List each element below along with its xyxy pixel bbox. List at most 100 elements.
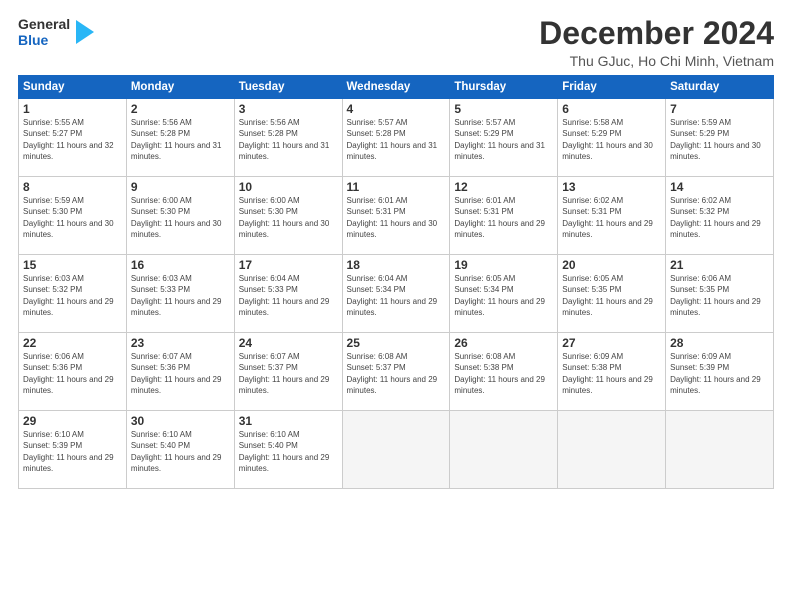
- day-number: 30: [131, 414, 230, 428]
- calendar-cell: 14Sunrise: 6:02 AM Sunset: 5:32 PM Dayli…: [666, 177, 774, 255]
- calendar-table: SundayMondayTuesdayWednesdayThursdayFrid…: [18, 75, 774, 489]
- calendar-cell: 18Sunrise: 6:04 AM Sunset: 5:34 PM Dayli…: [342, 255, 450, 333]
- day-number: 16: [131, 258, 230, 272]
- header-cell-sunday: Sunday: [19, 76, 127, 99]
- calendar-cell: 3Sunrise: 5:56 AM Sunset: 5:28 PM Daylig…: [234, 99, 342, 177]
- calendar-cell: [666, 411, 774, 489]
- calendar-cell: 26Sunrise: 6:08 AM Sunset: 5:38 PM Dayli…: [450, 333, 558, 411]
- day-number: 23: [131, 336, 230, 350]
- logo-line1: General: [18, 16, 70, 32]
- calendar-cell: 8Sunrise: 5:59 AM Sunset: 5:30 PM Daylig…: [19, 177, 127, 255]
- day-info: Sunrise: 6:00 AM Sunset: 5:30 PM Dayligh…: [131, 195, 230, 240]
- main-title: December 2024: [539, 16, 774, 51]
- calendar-cell: 23Sunrise: 6:07 AM Sunset: 5:36 PM Dayli…: [126, 333, 234, 411]
- logo-icon: [74, 18, 96, 46]
- calendar-cell: 9Sunrise: 6:00 AM Sunset: 5:30 PM Daylig…: [126, 177, 234, 255]
- day-info: Sunrise: 6:03 AM Sunset: 5:33 PM Dayligh…: [131, 273, 230, 318]
- day-info: Sunrise: 6:05 AM Sunset: 5:35 PM Dayligh…: [562, 273, 661, 318]
- calendar-week-1: 1Sunrise: 5:55 AM Sunset: 5:27 PM Daylig…: [19, 99, 774, 177]
- day-info: Sunrise: 5:59 AM Sunset: 5:29 PM Dayligh…: [670, 117, 769, 162]
- day-number: 6: [562, 102, 661, 116]
- day-number: 19: [454, 258, 553, 272]
- calendar-cell: [450, 411, 558, 489]
- calendar-cell: 19Sunrise: 6:05 AM Sunset: 5:34 PM Dayli…: [450, 255, 558, 333]
- calendar-cell: 12Sunrise: 6:01 AM Sunset: 5:31 PM Dayli…: [450, 177, 558, 255]
- day-number: 12: [454, 180, 553, 194]
- calendar-cell: 6Sunrise: 5:58 AM Sunset: 5:29 PM Daylig…: [558, 99, 666, 177]
- calendar-cell: 10Sunrise: 6:00 AM Sunset: 5:30 PM Dayli…: [234, 177, 342, 255]
- calendar-header: SundayMondayTuesdayWednesdayThursdayFrid…: [19, 76, 774, 99]
- calendar-cell: 28Sunrise: 6:09 AM Sunset: 5:39 PM Dayli…: [666, 333, 774, 411]
- day-number: 7: [670, 102, 769, 116]
- day-info: Sunrise: 5:59 AM Sunset: 5:30 PM Dayligh…: [23, 195, 122, 240]
- day-info: Sunrise: 6:10 AM Sunset: 5:39 PM Dayligh…: [23, 429, 122, 474]
- calendar-body: 1Sunrise: 5:55 AM Sunset: 5:27 PM Daylig…: [19, 99, 774, 489]
- calendar-cell: 29Sunrise: 6:10 AM Sunset: 5:39 PM Dayli…: [19, 411, 127, 489]
- day-number: 8: [23, 180, 122, 194]
- day-info: Sunrise: 6:07 AM Sunset: 5:37 PM Dayligh…: [239, 351, 338, 396]
- day-info: Sunrise: 5:57 AM Sunset: 5:28 PM Dayligh…: [347, 117, 446, 162]
- day-number: 13: [562, 180, 661, 194]
- day-number: 17: [239, 258, 338, 272]
- subtitle: Thu GJuc, Ho Chi Minh, Vietnam: [539, 53, 774, 69]
- day-info: Sunrise: 5:58 AM Sunset: 5:29 PM Dayligh…: [562, 117, 661, 162]
- header-row: SundayMondayTuesdayWednesdayThursdayFrid…: [19, 76, 774, 99]
- day-info: Sunrise: 5:56 AM Sunset: 5:28 PM Dayligh…: [131, 117, 230, 162]
- calendar-week-4: 22Sunrise: 6:06 AM Sunset: 5:36 PM Dayli…: [19, 333, 774, 411]
- calendar-cell: 4Sunrise: 5:57 AM Sunset: 5:28 PM Daylig…: [342, 99, 450, 177]
- calendar-cell: 30Sunrise: 6:10 AM Sunset: 5:40 PM Dayli…: [126, 411, 234, 489]
- calendar-cell: 16Sunrise: 6:03 AM Sunset: 5:33 PM Dayli…: [126, 255, 234, 333]
- page: General Blue December 2024 Thu GJuc, Ho …: [0, 0, 792, 612]
- day-number: 29: [23, 414, 122, 428]
- calendar-cell: 13Sunrise: 6:02 AM Sunset: 5:31 PM Dayli…: [558, 177, 666, 255]
- day-info: Sunrise: 6:00 AM Sunset: 5:30 PM Dayligh…: [239, 195, 338, 240]
- day-number: 3: [239, 102, 338, 116]
- day-info: Sunrise: 6:05 AM Sunset: 5:34 PM Dayligh…: [454, 273, 553, 318]
- calendar-cell: 20Sunrise: 6:05 AM Sunset: 5:35 PM Dayli…: [558, 255, 666, 333]
- day-number: 9: [131, 180, 230, 194]
- calendar-week-5: 29Sunrise: 6:10 AM Sunset: 5:39 PM Dayli…: [19, 411, 774, 489]
- day-info: Sunrise: 6:04 AM Sunset: 5:33 PM Dayligh…: [239, 273, 338, 318]
- day-info: Sunrise: 6:09 AM Sunset: 5:39 PM Dayligh…: [670, 351, 769, 396]
- day-info: Sunrise: 5:57 AM Sunset: 5:29 PM Dayligh…: [454, 117, 553, 162]
- header-cell-monday: Monday: [126, 76, 234, 99]
- day-number: 18: [347, 258, 446, 272]
- day-number: 1: [23, 102, 122, 116]
- title-area: December 2024 Thu GJuc, Ho Chi Minh, Vie…: [539, 16, 774, 69]
- calendar-cell: 27Sunrise: 6:09 AM Sunset: 5:38 PM Dayli…: [558, 333, 666, 411]
- day-number: 5: [454, 102, 553, 116]
- day-info: Sunrise: 6:10 AM Sunset: 5:40 PM Dayligh…: [131, 429, 230, 474]
- calendar-cell: 31Sunrise: 6:10 AM Sunset: 5:40 PM Dayli…: [234, 411, 342, 489]
- day-number: 20: [562, 258, 661, 272]
- logo: General Blue: [18, 16, 96, 48]
- day-info: Sunrise: 6:04 AM Sunset: 5:34 PM Dayligh…: [347, 273, 446, 318]
- calendar-cell: 22Sunrise: 6:06 AM Sunset: 5:36 PM Dayli…: [19, 333, 127, 411]
- day-info: Sunrise: 6:07 AM Sunset: 5:36 PM Dayligh…: [131, 351, 230, 396]
- day-info: Sunrise: 6:01 AM Sunset: 5:31 PM Dayligh…: [347, 195, 446, 240]
- day-number: 22: [23, 336, 122, 350]
- day-number: 14: [670, 180, 769, 194]
- day-info: Sunrise: 6:10 AM Sunset: 5:40 PM Dayligh…: [239, 429, 338, 474]
- day-number: 31: [239, 414, 338, 428]
- calendar-cell: 25Sunrise: 6:08 AM Sunset: 5:37 PM Dayli…: [342, 333, 450, 411]
- day-info: Sunrise: 6:02 AM Sunset: 5:31 PM Dayligh…: [562, 195, 661, 240]
- day-info: Sunrise: 6:09 AM Sunset: 5:38 PM Dayligh…: [562, 351, 661, 396]
- calendar-cell: [558, 411, 666, 489]
- day-info: Sunrise: 6:06 AM Sunset: 5:35 PM Dayligh…: [670, 273, 769, 318]
- day-info: Sunrise: 6:08 AM Sunset: 5:37 PM Dayligh…: [347, 351, 446, 396]
- calendar-cell: 21Sunrise: 6:06 AM Sunset: 5:35 PM Dayli…: [666, 255, 774, 333]
- logo-line2: Blue: [18, 32, 70, 48]
- calendar-cell: 11Sunrise: 6:01 AM Sunset: 5:31 PM Dayli…: [342, 177, 450, 255]
- day-number: 21: [670, 258, 769, 272]
- header-cell-tuesday: Tuesday: [234, 76, 342, 99]
- header-cell-thursday: Thursday: [450, 76, 558, 99]
- header-cell-friday: Friday: [558, 76, 666, 99]
- calendar-week-2: 8Sunrise: 5:59 AM Sunset: 5:30 PM Daylig…: [19, 177, 774, 255]
- calendar-cell: 2Sunrise: 5:56 AM Sunset: 5:28 PM Daylig…: [126, 99, 234, 177]
- day-number: 15: [23, 258, 122, 272]
- calendar-cell: 7Sunrise: 5:59 AM Sunset: 5:29 PM Daylig…: [666, 99, 774, 177]
- calendar-cell: 5Sunrise: 5:57 AM Sunset: 5:29 PM Daylig…: [450, 99, 558, 177]
- day-info: Sunrise: 6:06 AM Sunset: 5:36 PM Dayligh…: [23, 351, 122, 396]
- calendar-cell: 24Sunrise: 6:07 AM Sunset: 5:37 PM Dayli…: [234, 333, 342, 411]
- calendar-cell: 1Sunrise: 5:55 AM Sunset: 5:27 PM Daylig…: [19, 99, 127, 177]
